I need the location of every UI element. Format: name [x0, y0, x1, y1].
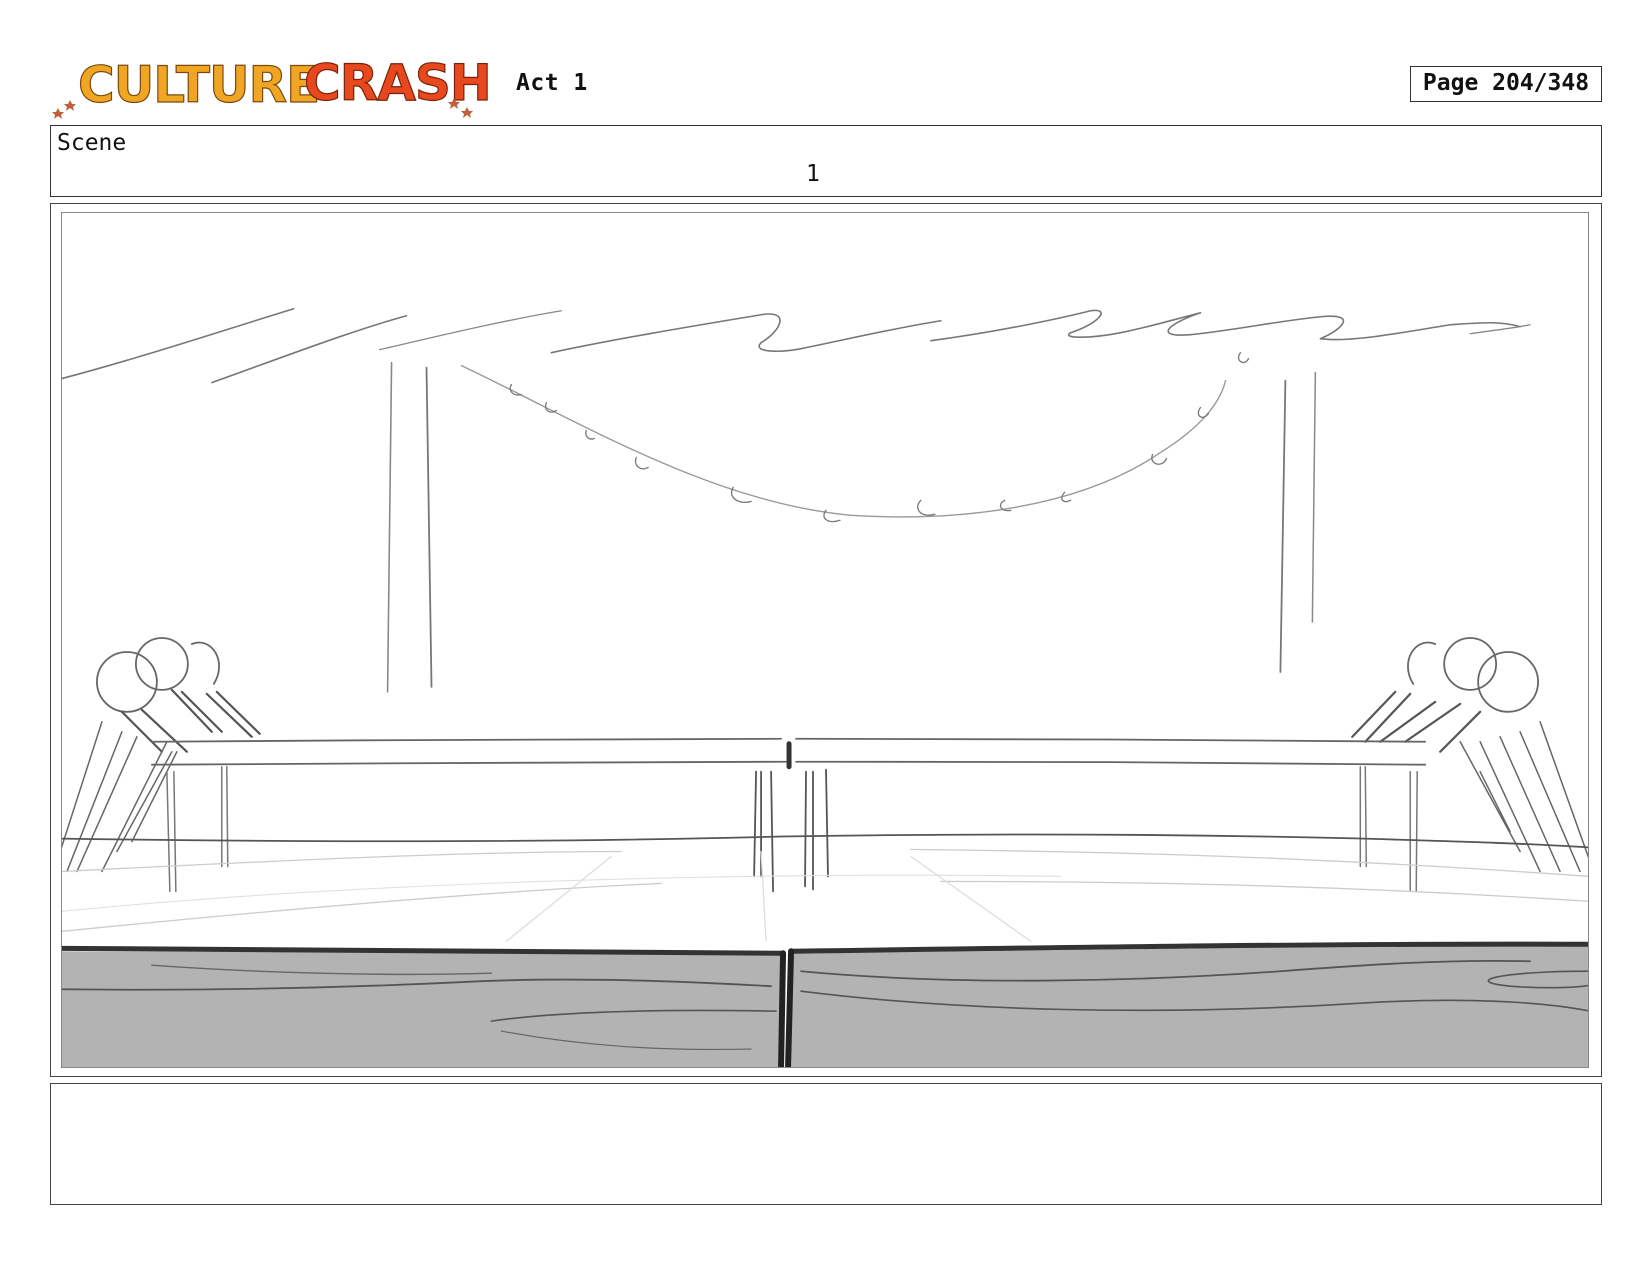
scene-label: Scene: [57, 130, 127, 156]
notes-field[interactable]: [50, 1083, 1602, 1205]
svg-text:CULTURE: CULTURE: [78, 56, 319, 114]
culture-crash-logo: CULTURE CRASH: [52, 50, 502, 120]
svg-text:CRASH: CRASH: [304, 54, 491, 112]
storyboard-panel[interactable]: [50, 203, 1602, 1077]
scene-field[interactable]: Scene 1: [50, 125, 1602, 197]
scene-number: 1: [806, 161, 820, 187]
stage-sketch: [62, 307, 1588, 1067]
page-counter: Page 204/348: [1410, 66, 1602, 102]
panel-frame: [61, 212, 1589, 1068]
act-label: Act 1: [516, 70, 588, 96]
